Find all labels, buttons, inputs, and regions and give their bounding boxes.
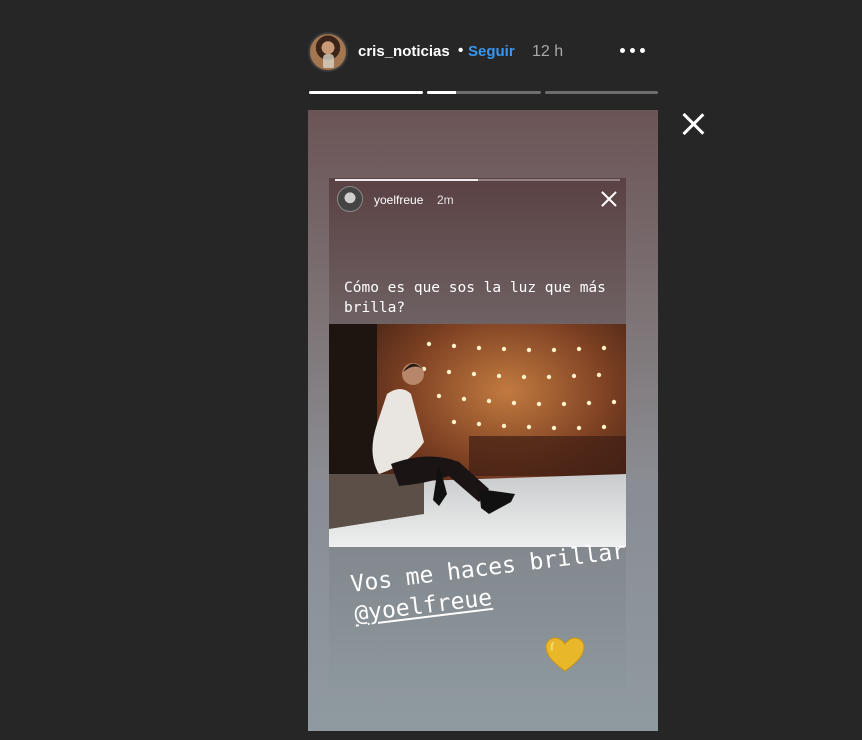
- shared-story-screenshot: yoelfreue 2m Cómo es que sos la luz que …: [329, 178, 627, 688]
- inner-timestamp: 2m: [437, 193, 454, 207]
- story-frame[interactable]: yoelfreue 2m Cómo es que sos la luz que …: [308, 110, 658, 731]
- separator-dot: •: [458, 42, 464, 59]
- story-header: cris_noticias • Seguir 12 h: [308, 30, 658, 74]
- inner-username: yoelfreue: [374, 193, 424, 207]
- story-progress: [309, 91, 658, 94]
- username[interactable]: cris_noticias: [358, 43, 450, 60]
- progress-segment: [309, 91, 423, 94]
- follow-button[interactable]: Seguir: [468, 43, 515, 60]
- progress-segment: [545, 91, 658, 94]
- close-icon[interactable]: [680, 111, 706, 137]
- inner-close-icon: [601, 191, 617, 207]
- question-text: Cómo es que sos la luz que más brilla?: [344, 280, 606, 316]
- progress-segment: [427, 91, 541, 94]
- theater-photo: [329, 324, 626, 547]
- avatar[interactable]: [308, 32, 348, 72]
- inner-avatar: [337, 186, 363, 212]
- timestamp: 12 h: [532, 43, 564, 60]
- inner-progress: [335, 179, 620, 181]
- more-options-icon[interactable]: [618, 38, 648, 62]
- yellow-heart-icon: [545, 637, 585, 672]
- caption-text: Vos me haces brillar @yoelfreue: [349, 535, 644, 630]
